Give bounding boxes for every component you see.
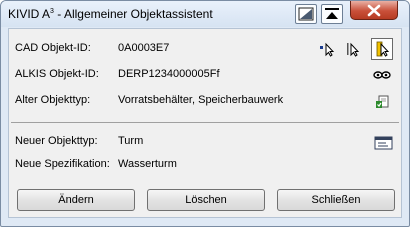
pick-object-cursor-icon[interactable] — [371, 38, 393, 60]
view-eye-icon[interactable] — [372, 66, 392, 84]
close-icon — [367, 4, 381, 17]
pick-point-cursor-icon[interactable] — [318, 40, 336, 58]
cad-id-value: 0A0003E7 — [118, 42, 170, 54]
dialog-window: KIVID A3 - Allgemeiner Objektassistent C… — [0, 0, 410, 227]
schliessen-button[interactable]: Schließen — [277, 189, 395, 211]
pick-cursor-icon[interactable] — [344, 40, 362, 58]
alter-typ-value: Vorratsbehälter, Speicherbauwerk — [118, 94, 284, 106]
dialog-content: CAD Objekt-ID: 0A0003E7 ALKIS Objekt-ID:… — [8, 28, 402, 218]
select-list-icon[interactable] — [374, 134, 394, 152]
spezifikation-value: Wasserturm — [118, 158, 177, 170]
pin-top-icon[interactable] — [321, 4, 343, 24]
neuer-typ-value: Turm — [118, 135, 144, 147]
window-title: KIVID A3 - Allgemeiner Objektassistent — [8, 7, 213, 21]
loeschen-button[interactable]: Löschen — [147, 189, 265, 211]
cad-id-label: CAD Objekt-ID: — [15, 42, 91, 54]
spezifikation-label: Neue Spezifikation: — [15, 158, 110, 170]
alkis-id-label: ALKIS Objekt-ID: — [15, 68, 99, 80]
alkis-id-value: DERP1234000005Ff — [118, 68, 220, 80]
window-layout-icon[interactable] — [295, 4, 317, 24]
section-divider — [11, 122, 399, 123]
copy-type-icon[interactable] — [374, 93, 392, 111]
alter-typ-label: Alter Objekttyp: — [15, 94, 91, 106]
aendern-button[interactable]: Ändern — [17, 189, 135, 211]
neuer-typ-label: Neuer Objekttyp: — [15, 135, 98, 147]
close-button[interactable] — [350, 1, 398, 20]
title-bar[interactable]: KIVID A3 - Allgemeiner Objektassistent — [1, 1, 409, 27]
